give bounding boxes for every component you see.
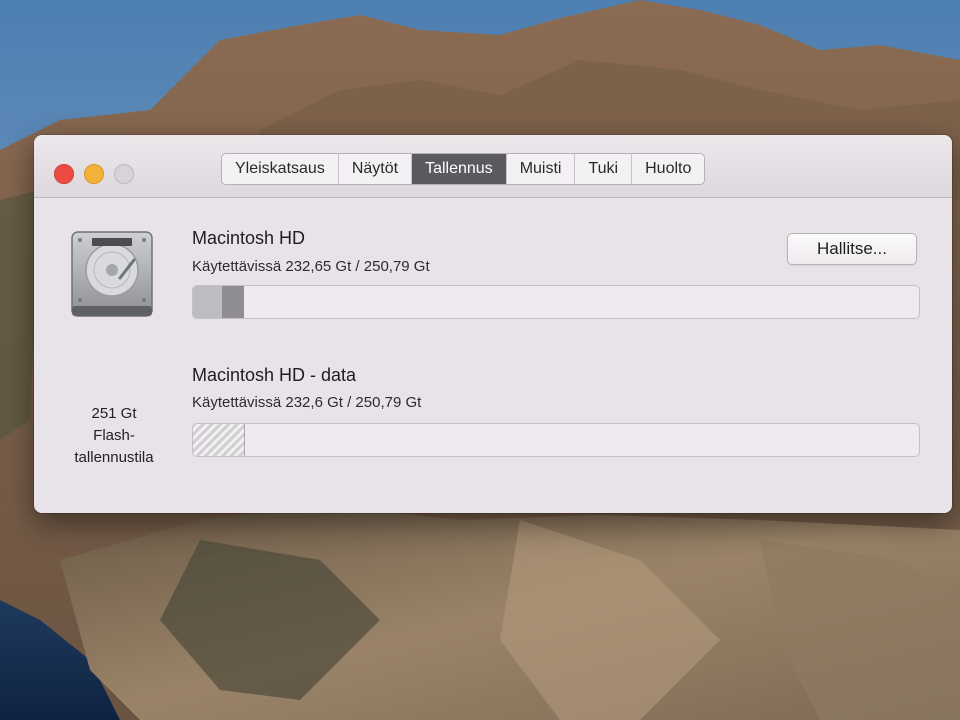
- storage-usage-bar: [192, 423, 920, 457]
- window-titlebar: Yleiskatsaus Näytöt Tallennus Muisti Tuk…: [34, 135, 952, 198]
- storage-usage-bar: [192, 285, 920, 319]
- tab-memory[interactable]: Muisti: [507, 154, 576, 184]
- volume-availability: Käytettävissä 232,65 Gt / 250,79 Gt: [192, 258, 430, 275]
- drive-size: 251 Gt: [91, 405, 137, 422]
- about-this-mac-window: Yleiskatsaus Näytöt Tallennus Muisti Tuk…: [34, 135, 952, 513]
- volume-name: Macintosh HD - data: [192, 365, 357, 385]
- usage-segment-hatched: [193, 424, 245, 456]
- drive-caption: 251 Gt Flash- tallennustila: [74, 403, 154, 469]
- usage-segment-system: [193, 286, 223, 318]
- storage-pane: 251 Gt Flash- tallennustila Macintosh HD…: [34, 198, 952, 513]
- tab-storage[interactable]: Tallennus: [412, 154, 507, 184]
- manage-button[interactable]: Hallitse...: [787, 233, 917, 265]
- tab-overview[interactable]: Yleiskatsaus: [222, 154, 339, 184]
- usage-segment-other: [222, 286, 244, 318]
- hard-drive-icon: [71, 231, 153, 317]
- minimize-button[interactable]: [84, 164, 104, 184]
- close-button[interactable]: [54, 164, 74, 184]
- drive-type-line2: tallennustila: [74, 449, 154, 466]
- tab-displays[interactable]: Näytöt: [339, 154, 413, 184]
- volume-name: Macintosh HD: [192, 228, 306, 248]
- zoom-button: [114, 164, 134, 184]
- tab-service[interactable]: Huolto: [632, 154, 704, 184]
- tab-support[interactable]: Tuki: [575, 154, 633, 184]
- tab-bar: Yleiskatsaus Näytöt Tallennus Muisti Tuk…: [221, 153, 706, 185]
- drive-type-line1: Flash-: [93, 427, 135, 444]
- volume-availability: Käytettävissä 232,6 Gt / 250,79 Gt: [192, 394, 422, 411]
